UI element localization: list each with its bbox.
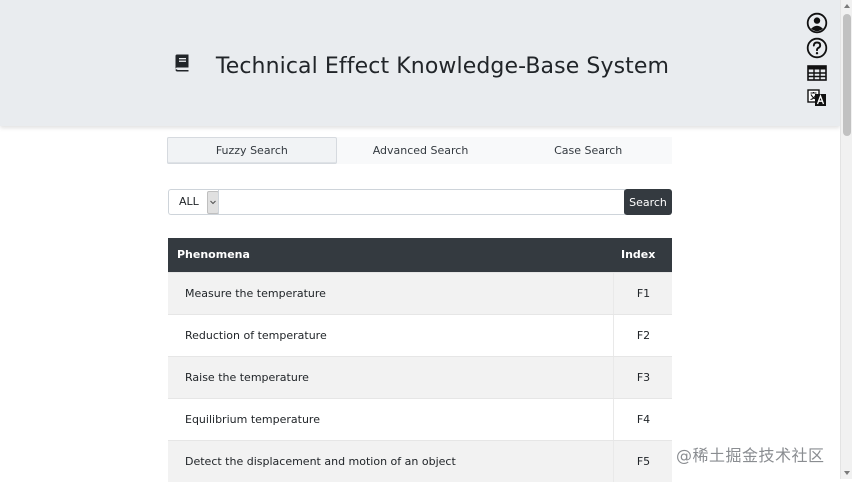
book-icon	[171, 52, 191, 82]
phenomena-table: Phenomena Index Measure the temperature …	[168, 238, 672, 482]
phenomena-cell: Measure the temperature	[185, 287, 326, 300]
column-header-phenomena: Phenomena	[177, 248, 250, 261]
index-cell: F4	[613, 399, 673, 440]
table-row[interactable]: Raise the temperature F3	[168, 356, 672, 398]
header-toolbar	[806, 12, 830, 112]
tab-advanced-search[interactable]: Advanced Search	[337, 137, 505, 164]
question-circle-icon[interactable]	[806, 37, 828, 59]
index-cell: F1	[613, 273, 673, 314]
table-row[interactable]: Reduction of temperature F2	[168, 314, 672, 356]
phenomena-cell: Raise the temperature	[185, 371, 309, 384]
tab-case-search[interactable]: Case Search	[504, 137, 672, 164]
table-row[interactable]: Detect the displacement and motion of an…	[168, 440, 672, 482]
search-bar: ALL Search	[168, 189, 672, 215]
phenomena-cell: Detect the displacement and motion of an…	[185, 455, 456, 468]
index-cell: F2	[613, 315, 673, 356]
search-input[interactable]	[218, 189, 625, 215]
index-cell: F5	[613, 441, 673, 482]
phenomena-cell: Reduction of temperature	[185, 329, 327, 342]
search-scope-select[interactable]: ALL	[168, 189, 219, 215]
phenomena-cell: Equilibrium temperature	[185, 413, 320, 426]
table-row[interactable]: Equilibrium temperature F4	[168, 398, 672, 440]
search-tabs: Fuzzy Search Advanced Search Case Search	[167, 137, 672, 164]
translate-icon[interactable]	[806, 87, 828, 109]
page-title: Technical Effect Knowledge-Base System	[215, 54, 670, 79]
scroll-down-icon[interactable]	[844, 471, 850, 475]
table-icon[interactable]	[806, 62, 828, 84]
column-header-index: Index	[621, 248, 656, 261]
search-button[interactable]: Search	[624, 189, 672, 215]
search-scope-value: ALL	[179, 195, 199, 208]
watermark: @稀土掘金技术社区	[676, 446, 825, 465]
tab-fuzzy-search[interactable]: Fuzzy Search	[167, 137, 337, 164]
vertical-scrollbar[interactable]	[840, 0, 852, 479]
table-row[interactable]: Measure the temperature F1	[168, 272, 672, 314]
index-cell: F3	[613, 357, 673, 398]
table-header: Phenomena Index	[168, 238, 672, 272]
user-circle-icon[interactable]	[806, 12, 828, 34]
page-header: Technical Effect Knowledge-Base System	[0, 0, 840, 126]
app-title-bar: Technical Effect Knowledge-Base System	[0, 52, 840, 82]
scrollbar-thumb[interactable]	[843, 14, 851, 136]
scroll-up-icon[interactable]	[844, 4, 850, 8]
